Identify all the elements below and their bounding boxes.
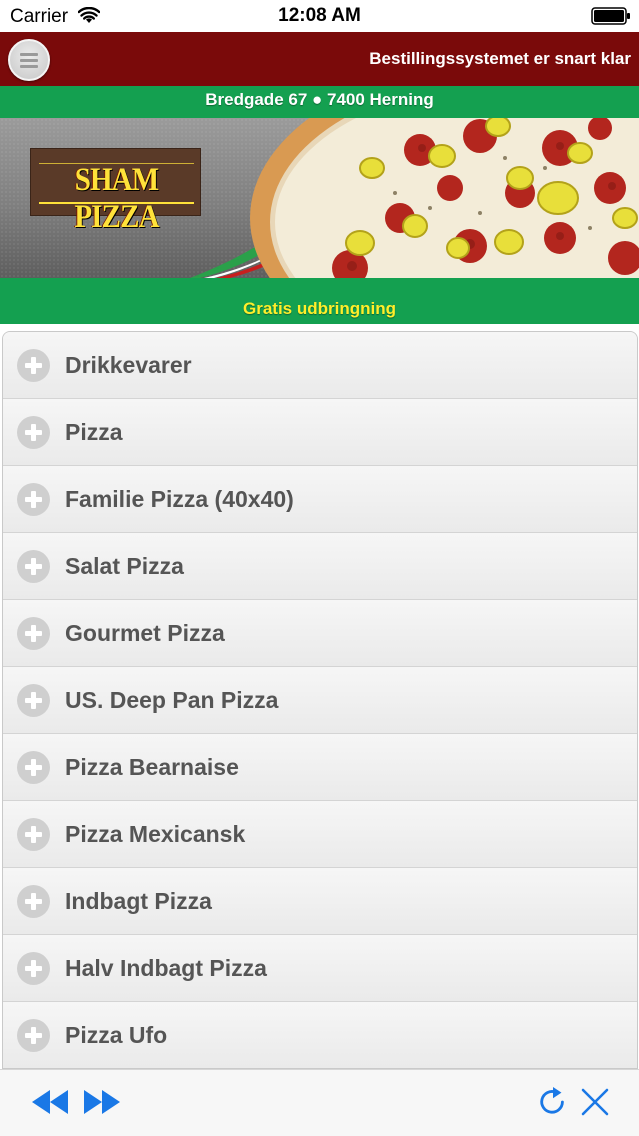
plus-icon <box>17 885 50 918</box>
reload-icon[interactable] <box>536 1086 570 1118</box>
plus-icon <box>17 818 50 851</box>
status-bar: Carrier 12:08 AM <box>0 0 639 32</box>
bottom-toolbar <box>0 1069 639 1136</box>
category-label: Pizza Mexicansk <box>65 821 246 847</box>
logo-text: SHAM PIZZA <box>74 162 159 235</box>
hamburger-menu-icon <box>20 53 38 68</box>
category-item[interactable]: Pizza <box>3 399 637 466</box>
plus-icon <box>17 1019 50 1052</box>
tagline-bar: Gratis udbringning <box>0 278 639 324</box>
category-label: Pizza Ufo <box>65 1022 168 1048</box>
category-item[interactable]: Indbagt Pizza <box>3 868 637 935</box>
close-icon[interactable] <box>580 1086 610 1118</box>
category-label: US. Deep Pan Pizza <box>65 687 279 713</box>
category-item[interactable]: Pizza Bearnaise <box>3 734 637 801</box>
fast-forward-icon[interactable] <box>82 1086 122 1118</box>
plus-icon <box>17 483 50 516</box>
category-item[interactable]: Pizza Ufo <box>3 1002 637 1068</box>
category-label: Salat Pizza <box>65 553 184 579</box>
pizza-banner-image: SHAM PIZZA <box>0 118 639 278</box>
battery-icon <box>591 7 630 25</box>
address-text: Bredgade 67 ● 7400 Herning <box>205 90 434 109</box>
rewind-icon[interactable] <box>30 1086 70 1118</box>
plus-icon <box>17 684 50 717</box>
plus-icon <box>17 617 50 650</box>
category-list: Drikkevarer Pizza Familie Pizza (40x40) … <box>2 331 638 1069</box>
category-label: Pizza Bearnaise <box>65 754 239 780</box>
plus-icon <box>17 751 50 784</box>
plus-icon <box>17 550 50 583</box>
plus-icon <box>17 952 50 985</box>
category-label: Pizza <box>65 419 123 445</box>
category-item[interactable]: Drikkevarer <box>3 332 637 399</box>
category-item[interactable]: Gourmet Pizza <box>3 600 637 667</box>
category-label: Familie Pizza (40x40) <box>65 486 294 512</box>
category-item[interactable]: Pizza Mexicansk <box>3 801 637 868</box>
address-bar: Bredgade 67 ● 7400 Herning <box>0 86 639 118</box>
category-label: Drikkevarer <box>65 352 192 378</box>
category-item[interactable]: Halv Indbagt Pizza <box>3 935 637 1002</box>
plus-icon <box>17 349 50 382</box>
status-time: 12:08 AM <box>278 5 361 26</box>
shampizza-logo: SHAM PIZZA <box>30 148 201 235</box>
category-label: Halv Indbagt Pizza <box>65 955 267 981</box>
category-label: Gourmet Pizza <box>65 620 225 646</box>
tagline-text: Gratis udbringning <box>243 299 396 318</box>
category-item[interactable]: US. Deep Pan Pizza <box>3 667 637 734</box>
header-title: Bestillingssystemet er snart klar <box>369 49 631 68</box>
top-bar: Bestillingssystemet er snart klar <box>0 32 639 86</box>
menu-button[interactable] <box>8 39 50 81</box>
plus-icon <box>17 416 50 449</box>
category-item[interactable]: Familie Pizza (40x40) <box>3 466 637 533</box>
category-label: Indbagt Pizza <box>65 888 212 914</box>
category-item[interactable]: Salat Pizza <box>3 533 637 600</box>
